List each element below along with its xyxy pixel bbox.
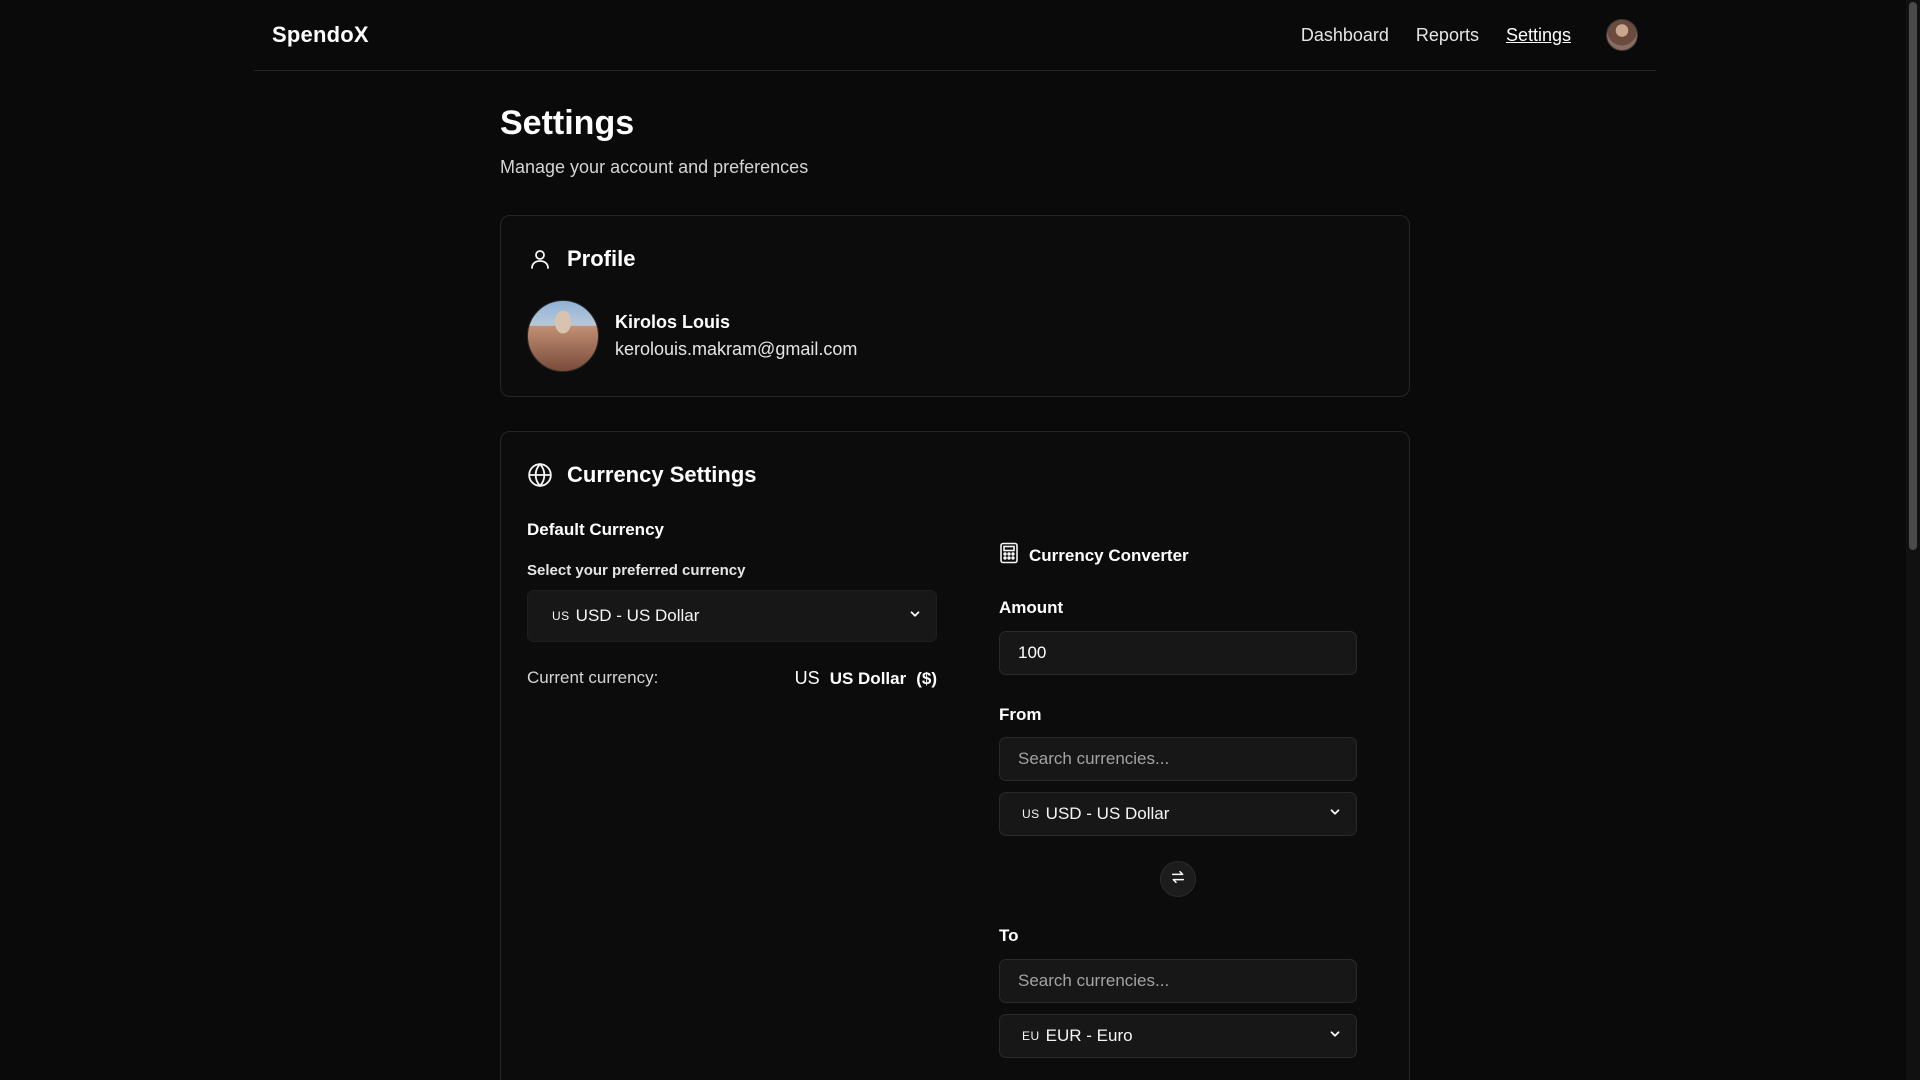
amount-input[interactable] bbox=[999, 631, 1357, 675]
calculator-icon bbox=[999, 542, 1019, 569]
currency-card-header: Currency Settings bbox=[527, 462, 757, 488]
to-currency-select[interactable]: EU EUR - Euro bbox=[999, 1014, 1357, 1058]
page-title: Settings bbox=[500, 104, 635, 142]
from-currency-value: USD - US Dollar bbox=[1045, 804, 1170, 823]
profile-card: Profile Kirolos Louis kerolouis.makram@g… bbox=[500, 215, 1410, 397]
from-label: From bbox=[999, 705, 1042, 724]
profile-card-header: Profile bbox=[527, 246, 635, 272]
profile-email: kerolouis.makram@gmail.com bbox=[615, 339, 858, 359]
converter-header: Currency Converter bbox=[999, 542, 1189, 569]
default-currency-value: USD - US Dollar bbox=[575, 606, 700, 625]
default-currency-sublabel: Select your preferred currency bbox=[527, 562, 746, 579]
from-currency-select[interactable]: US USD - US Dollar bbox=[999, 792, 1357, 836]
swap-currencies-button[interactable] bbox=[1160, 861, 1196, 897]
profile-name: Kirolos Louis bbox=[615, 312, 731, 332]
current-currency-label: Current currency: bbox=[527, 668, 659, 687]
swap-icon bbox=[1170, 869, 1186, 890]
amount-label: Amount bbox=[999, 598, 1064, 617]
nav-settings[interactable]: Settings bbox=[1506, 25, 1571, 46]
converter-heading: Currency Converter bbox=[1029, 545, 1189, 565]
profile-heading: Profile bbox=[567, 246, 636, 271]
nav-reports[interactable]: Reports bbox=[1416, 25, 1479, 46]
chevron-down-icon bbox=[1328, 1026, 1342, 1046]
to-currency-value: EUR - Euro bbox=[1045, 1026, 1133, 1045]
eu-flag-icon: EU bbox=[1022, 1029, 1040, 1043]
current-currency-symbol: ($) bbox=[916, 669, 937, 688]
from-search-input[interactable] bbox=[999, 737, 1357, 781]
page-scrollbar[interactable] bbox=[1906, 0, 1920, 1080]
scrollbar-thumb[interactable] bbox=[1909, 2, 1917, 550]
nav-dashboard[interactable]: Dashboard bbox=[1301, 25, 1389, 46]
to-label: To bbox=[999, 926, 1019, 945]
us-flag-icon: US bbox=[794, 668, 820, 688]
profile-avatar bbox=[527, 300, 599, 372]
main-nav: Dashboard Reports Settings bbox=[1301, 18, 1638, 52]
current-currency-value: US US Dollar ($) bbox=[795, 668, 937, 689]
settings-page: SpendoX Dashboard Reports Settings Setti… bbox=[0, 0, 1920, 1080]
default-currency-select[interactable]: US USD - US Dollar bbox=[527, 590, 937, 642]
brand-logo[interactable]: SpendoX bbox=[272, 22, 369, 48]
us-flag-icon: US bbox=[1022, 807, 1040, 821]
user-icon bbox=[527, 246, 553, 272]
currency-settings-card: Currency Settings Default Currency Selec… bbox=[500, 431, 1410, 1080]
currency-heading: Currency Settings bbox=[567, 462, 757, 487]
chevron-down-icon bbox=[1328, 804, 1342, 824]
user-avatar-menu[interactable] bbox=[1606, 19, 1638, 51]
us-flag-icon: US bbox=[552, 609, 570, 623]
default-currency-title: Default Currency bbox=[527, 520, 664, 539]
top-navbar: SpendoX Dashboard Reports Settings bbox=[254, 0, 1656, 71]
page-subtitle: Manage your account and preferences bbox=[500, 157, 809, 177]
to-search-input[interactable] bbox=[999, 959, 1357, 1003]
globe-icon bbox=[527, 462, 553, 488]
chevron-down-icon bbox=[908, 606, 922, 626]
current-currency-name: US Dollar bbox=[829, 669, 907, 688]
